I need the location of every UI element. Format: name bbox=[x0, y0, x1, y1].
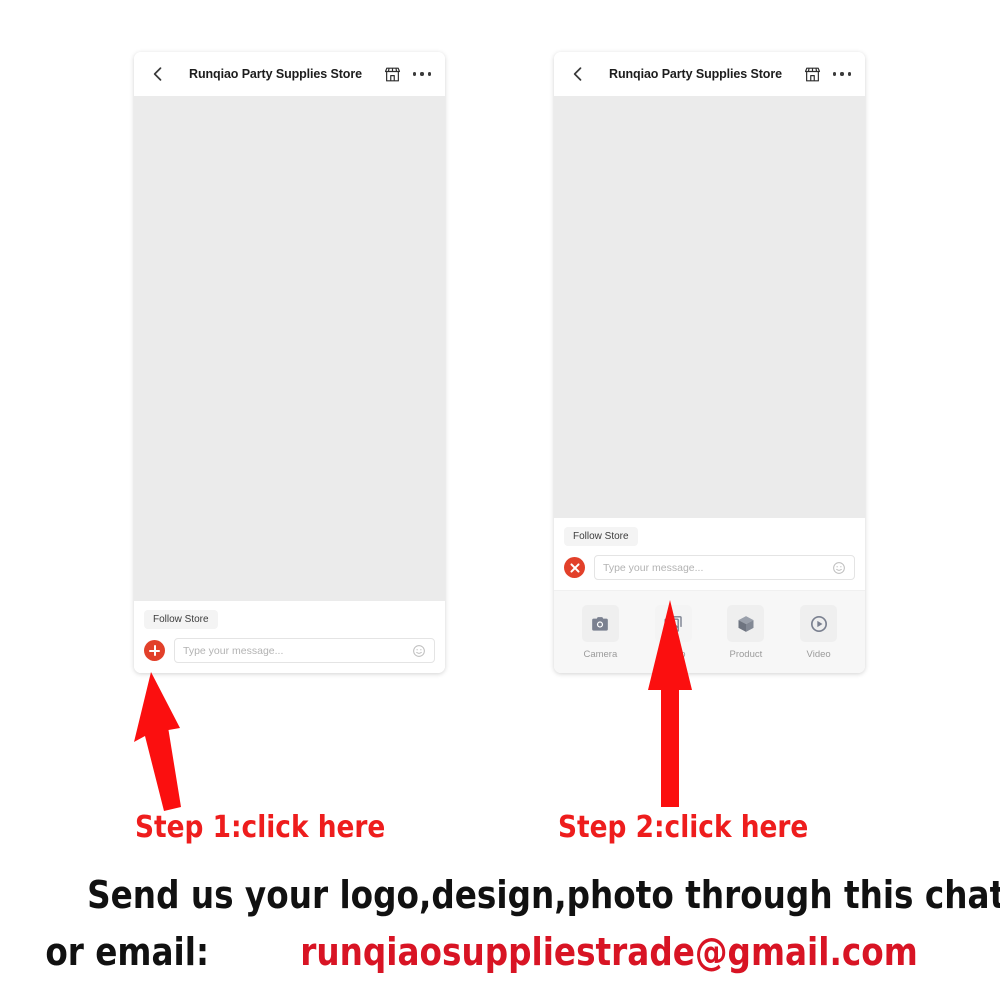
chat-topbar: Runqiao Party Supplies Store bbox=[554, 52, 865, 96]
smiley-icon[interactable] bbox=[832, 561, 846, 575]
chat-message-area bbox=[134, 96, 445, 601]
poster-canvas: Runqiao Party Supplies Store Follow Stor… bbox=[0, 0, 1000, 1000]
chat-topbar: Runqiao Party Supplies Store bbox=[134, 52, 445, 96]
follow-store-chip[interactable]: Follow Store bbox=[144, 610, 218, 629]
tray-label-video: Video bbox=[806, 649, 831, 660]
video-play-icon[interactable] bbox=[800, 605, 838, 642]
back-arrow-icon[interactable] bbox=[148, 64, 168, 84]
red-arrow-up-step1-icon bbox=[128, 666, 208, 816]
camera-icon[interactable] bbox=[581, 605, 619, 642]
message-composer: Follow Store Type your message... bbox=[554, 518, 865, 590]
tray-label-product: Product bbox=[729, 649, 763, 660]
close-icon[interactable] bbox=[564, 557, 585, 578]
footer-line-2-prefix: or email: bbox=[45, 930, 210, 974]
tray-item-product[interactable]: Product bbox=[710, 605, 783, 660]
phone-mockup-step1: Runqiao Party Supplies Store Follow Stor… bbox=[134, 52, 445, 673]
footer-line-1: Send us your logo,design,photo through t… bbox=[0, 873, 1000, 917]
back-arrow-icon[interactable] bbox=[568, 64, 588, 84]
tray-label-camera: Camera bbox=[583, 649, 618, 660]
phone-mockup-step2: Runqiao Party Supplies Store Follow Stor… bbox=[554, 52, 865, 673]
storefront-icon[interactable] bbox=[383, 65, 402, 84]
storefront-icon[interactable] bbox=[803, 65, 822, 84]
page-title: Runqiao Party Supplies Store bbox=[609, 67, 782, 81]
message-input[interactable]: Type your message... bbox=[174, 638, 435, 663]
message-composer: Follow Store Type your message... bbox=[134, 601, 445, 673]
step-2-caption: Step 2:click here bbox=[558, 810, 809, 845]
chat-message-area bbox=[554, 96, 865, 518]
follow-store-chip[interactable]: Follow Store bbox=[564, 527, 638, 546]
footer-line-2: or email: runqiaosuppliestrade@gmail.com bbox=[0, 930, 1000, 974]
page-title: Runqiao Party Supplies Store bbox=[189, 67, 362, 81]
product-cube-icon[interactable] bbox=[727, 605, 765, 642]
red-arrow-up-step2-icon bbox=[640, 598, 700, 810]
attachment-tray: Camera Photo bbox=[554, 590, 865, 673]
composer-input-row: Type your message... bbox=[564, 555, 855, 580]
step-1-caption: Step 1:click here bbox=[135, 810, 386, 845]
plus-icon[interactable] bbox=[144, 640, 165, 661]
footer-email: runqiaosuppliestrade@gmail.com bbox=[300, 930, 918, 974]
composer-input-row: Type your message... bbox=[144, 638, 435, 663]
message-input[interactable]: Type your message... bbox=[594, 555, 855, 580]
more-options-icon[interactable] bbox=[833, 65, 851, 83]
tray-item-video[interactable]: Video bbox=[782, 605, 855, 660]
message-input-placeholder: Type your message... bbox=[183, 644, 284, 657]
smiley-icon[interactable] bbox=[412, 644, 426, 658]
footer-line-1-text: Send us your logo,design,photo through t… bbox=[87, 873, 1000, 917]
more-options-icon[interactable] bbox=[413, 65, 431, 83]
message-input-placeholder: Type your message... bbox=[603, 561, 704, 574]
tray-item-camera[interactable]: Camera bbox=[564, 605, 637, 660]
